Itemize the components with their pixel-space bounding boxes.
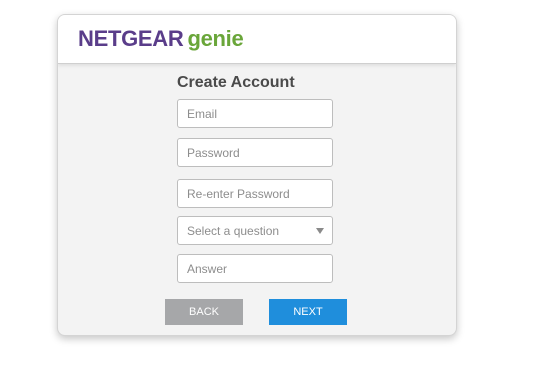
- create-account-card: NETGEARgenie Create Account Select a que…: [57, 14, 457, 336]
- email-field[interactable]: [177, 99, 333, 128]
- chevron-down-icon: [316, 228, 324, 234]
- security-question-select-value: Select a question: [187, 224, 280, 238]
- form-title: Create Account: [177, 74, 295, 91]
- password-field[interactable]: [177, 138, 333, 167]
- brand-genie: genie: [187, 26, 244, 51]
- answer-field[interactable]: [177, 254, 333, 283]
- reenter-password-field[interactable]: [177, 179, 333, 208]
- security-question-select[interactable]: Select a question: [177, 216, 333, 245]
- brand-netgear: NETGEAR: [78, 26, 184, 51]
- next-button[interactable]: NEXT: [269, 299, 347, 325]
- card-header: NETGEAR genie: [58, 15, 456, 64]
- back-button[interactable]: BACK: [165, 299, 243, 325]
- netgear-genie-logo: NETGEAR genie: [78, 26, 244, 52]
